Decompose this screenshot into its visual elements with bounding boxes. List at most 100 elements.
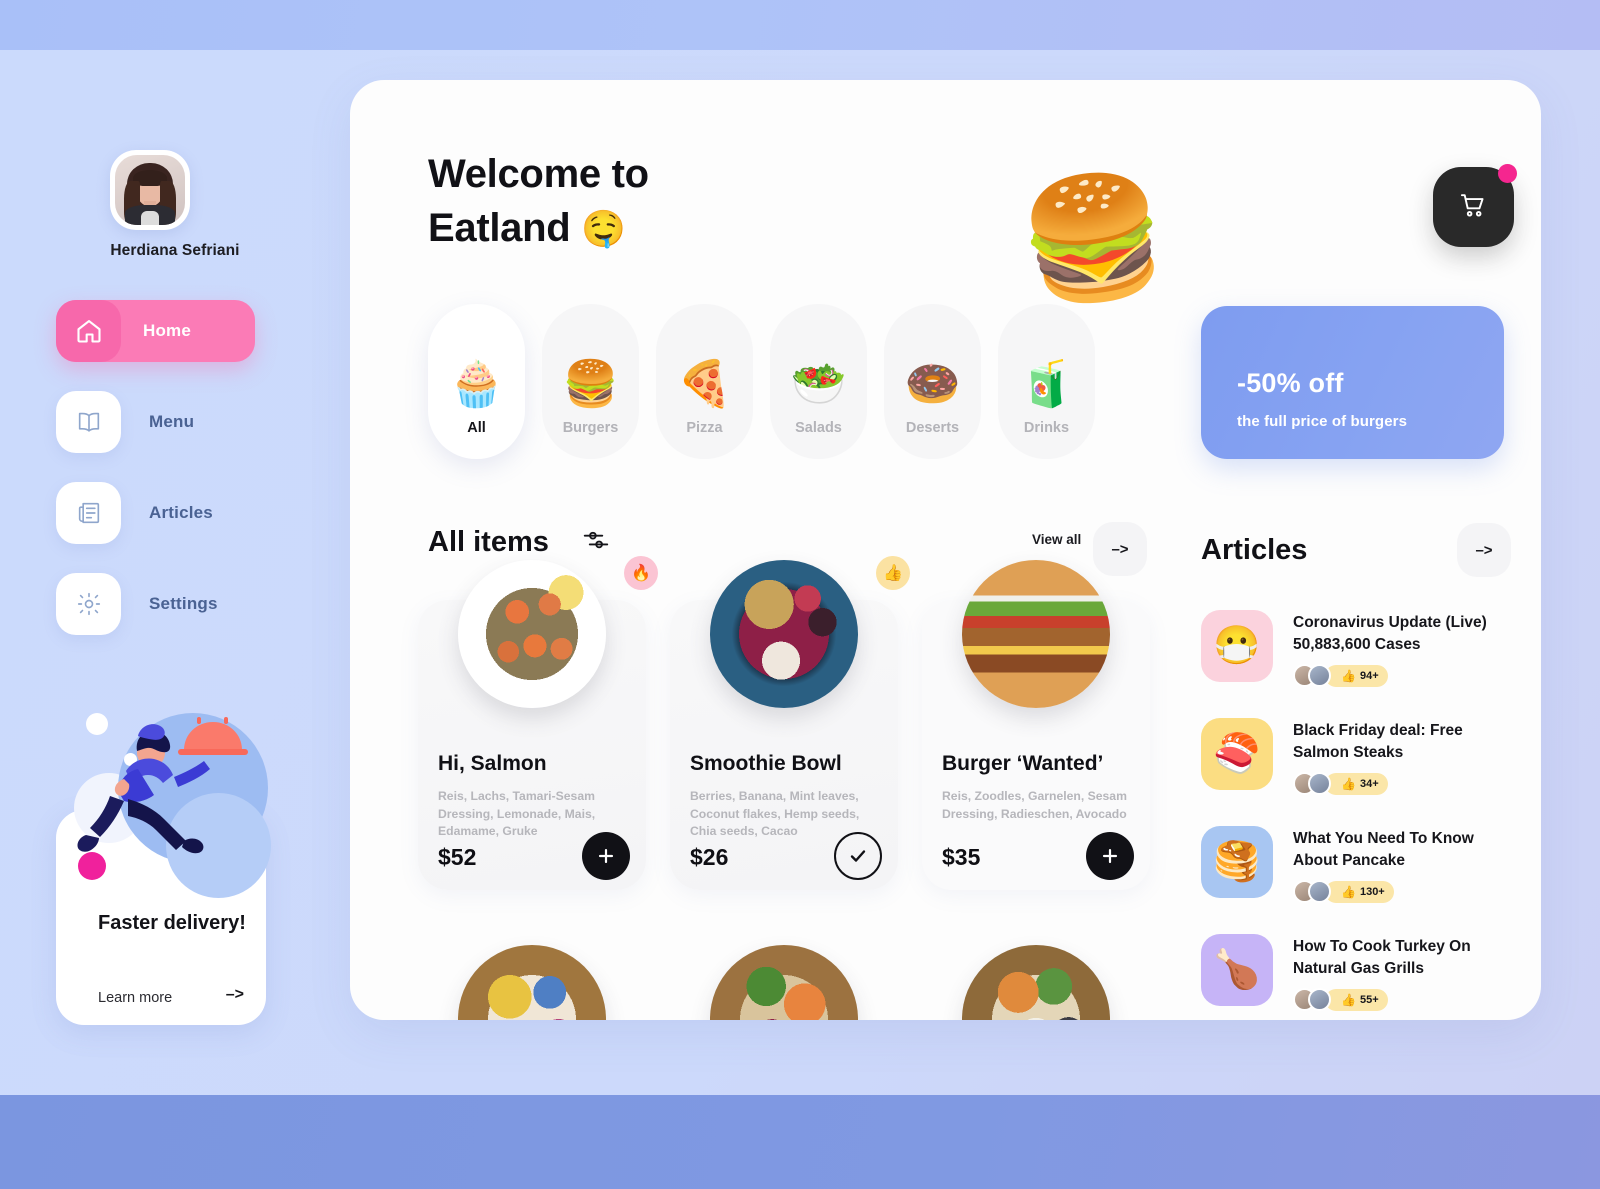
article-title: Black Friday deal: Free Salmon Steaks [1293,721,1463,762]
added-to-cart-button[interactable] [834,832,882,880]
home-icon [56,300,121,362]
thumbs-up-badge-icon: 👍 [876,556,910,590]
poultry-leg-icon: 🍗 [1201,933,1273,1006]
page-background-bottom-band [0,1095,1600,1189]
user-name: Herdiana Sefriani [110,242,240,259]
sidebar: Herdiana Sefriani Home Menu Articles Set… [0,120,350,1060]
discount-banner[interactable]: -50% off the full price of burgers [1201,306,1504,459]
salad-icon: 🥗 [790,358,847,409]
category-label: Burgers [562,420,619,436]
food-image [458,560,606,708]
drooling-face-icon: 🤤 [581,208,626,249]
burger-3d-icon: 🍔 [1011,163,1176,315]
food-card[interactable]: 👍 Smoothie Bowl Berries, Banana, Mint le… [670,556,910,890]
food-name: Smoothie Bowl [690,752,842,775]
sidebar-item-menu[interactable]: Menu [56,391,286,453]
add-to-cart-button[interactable] [582,832,630,880]
food-card[interactable] [922,935,1150,1020]
learn-more-link[interactable]: Learn more [98,990,172,1006]
article-list-item[interactable]: 🍗 How To Cook Turkey On Natural Gas Gril… [1201,933,1511,1012]
plus-icon [598,848,614,864]
all-items-header: All items [428,525,611,560]
like-count-badge: 👍 55+ [1325,988,1388,1011]
food-card-row-second [418,935,1150,1020]
like-count: 34+ [1359,777,1379,790]
donut-icon: 🍩 [904,358,961,409]
article-stats: 👍 94+ [1293,664,1505,688]
like-count-badge: 👍 34+ [1325,772,1388,795]
sidebar-item-label: Settings [149,594,218,613]
category-label: Pizza [686,420,723,436]
category-tab-all[interactable]: 🧁 All [428,304,525,459]
like-count-badge: 👍 130+ [1325,880,1394,903]
discount-subtitle: the full price of burgers [1237,413,1408,430]
salmon-steak-icon: 🍣 [1201,717,1273,790]
food-description: Reis, Zoodles, Garnelen, Sesam Dressing,… [942,789,1127,821]
food-name: Hi, Salmon [438,752,547,775]
welcome-line-1: Welcome to [428,152,649,196]
faster-delivery-card[interactable]: Faster delivery! Learn more –> [56,713,271,1025]
sidebar-item-home[interactable]: Home [56,300,255,362]
avatar-shirt [141,211,159,225]
food-card[interactable] [670,935,898,1020]
category-label: Drinks [1023,420,1070,436]
category-tab-deserts[interactable]: 🍩 Deserts [884,304,981,459]
category-tab-salads[interactable]: 🥗 Salads [770,304,867,459]
pizza-icon: 🍕 [676,358,733,409]
article-list-item[interactable]: 🥞 What You Need To Know About Pancake 👍 … [1201,825,1511,904]
cart-button[interactable] [1433,164,1517,247]
article-body: How To Cook Turkey On Natural Gas Grills… [1293,934,1505,1012]
article-stats: 👍 55+ [1293,988,1505,1012]
gear-icon [56,573,121,635]
articles-arrow-button[interactable]: –> [1457,523,1511,577]
delivery-title: Faster delivery! [98,912,246,934]
avatar[interactable] [110,150,190,230]
arrow-right-icon[interactable]: –> [226,986,244,1004]
page-background-top-band [0,0,1600,50]
food-card[interactable] [418,935,646,1020]
food-image [710,945,858,1020]
category-label: All [467,420,486,436]
food-image [962,560,1110,708]
avatar-image [115,155,185,225]
like-count-badge: 👍 94+ [1325,664,1388,687]
category-tab-drinks[interactable]: 🧃 Drinks [998,304,1095,459]
sidebar-item-articles[interactable]: Articles [56,482,286,544]
food-card[interactable]: 🔥 Hi, Salmon Reis, Lachs, Tamari-Sesam D… [418,556,658,890]
filter-sliders-icon[interactable] [581,525,611,560]
category-tabs: 🧁 All 🍔 Burgers 🍕 Pizza 🥗 Salads 🍩 Deser… [428,304,1095,459]
thumbs-up-icon: 👍 [1341,668,1356,683]
article-body: What You Need To Know About Pancake 👍 13… [1293,826,1505,904]
category-label: Deserts [905,420,960,436]
hot-badge-icon: 🔥 [624,556,658,590]
food-image [962,945,1110,1020]
like-count: 94+ [1359,669,1379,682]
food-name: Burger ‘Wanted’ [942,752,1104,775]
articles-section: Articles –> 😷 Coronavirus Update (Live) … [1201,520,1511,1012]
main-panel: Welcome to Eatland 🤤 🧁 All 🍔 Burgers 🍕 P… [350,80,1541,1020]
food-card[interactable]: Burger ‘Wanted’ Reis, Zoodles, Garnelen,… [922,560,1150,890]
food-price: $26 [690,844,729,870]
article-list-item[interactable]: 🍣 Black Friday deal: Free Salmon Steaks … [1201,717,1511,796]
food-price: $35 [942,844,981,870]
article-body: Coronavirus Update (Live) 50,883,600 Cas… [1293,610,1505,688]
section-title: All items [428,526,549,558]
check-icon [850,850,866,862]
sidebar-item-label: Menu [149,412,195,431]
pancakes-icon: 🥞 [1201,825,1273,898]
article-title: Coronavirus Update (Live) 50,883,600 Cas… [1293,614,1487,654]
section-title: Articles [1201,533,1308,566]
article-list-item[interactable]: 😷 Coronavirus Update (Live) 50,883,600 C… [1201,610,1511,688]
article-body: Black Friday deal: Free Salmon Steaks 👍 … [1293,718,1505,796]
article-stats: 👍 34+ [1293,772,1505,796]
add-to-cart-button[interactable] [1086,832,1134,880]
sidebar-item-settings[interactable]: Settings [56,573,286,635]
category-tab-burgers[interactable]: 🍔 Burgers [542,304,639,459]
category-tab-pizza[interactable]: 🍕 Pizza [656,304,753,459]
food-price: $52 [438,844,477,870]
cart-notification-dot [1498,164,1517,183]
book-icon [56,391,121,453]
article-title: What You Need To Know About Pancake [1293,829,1474,870]
shopping-cart-icon [1458,190,1489,224]
view-all-link[interactable]: View all [1032,532,1081,547]
